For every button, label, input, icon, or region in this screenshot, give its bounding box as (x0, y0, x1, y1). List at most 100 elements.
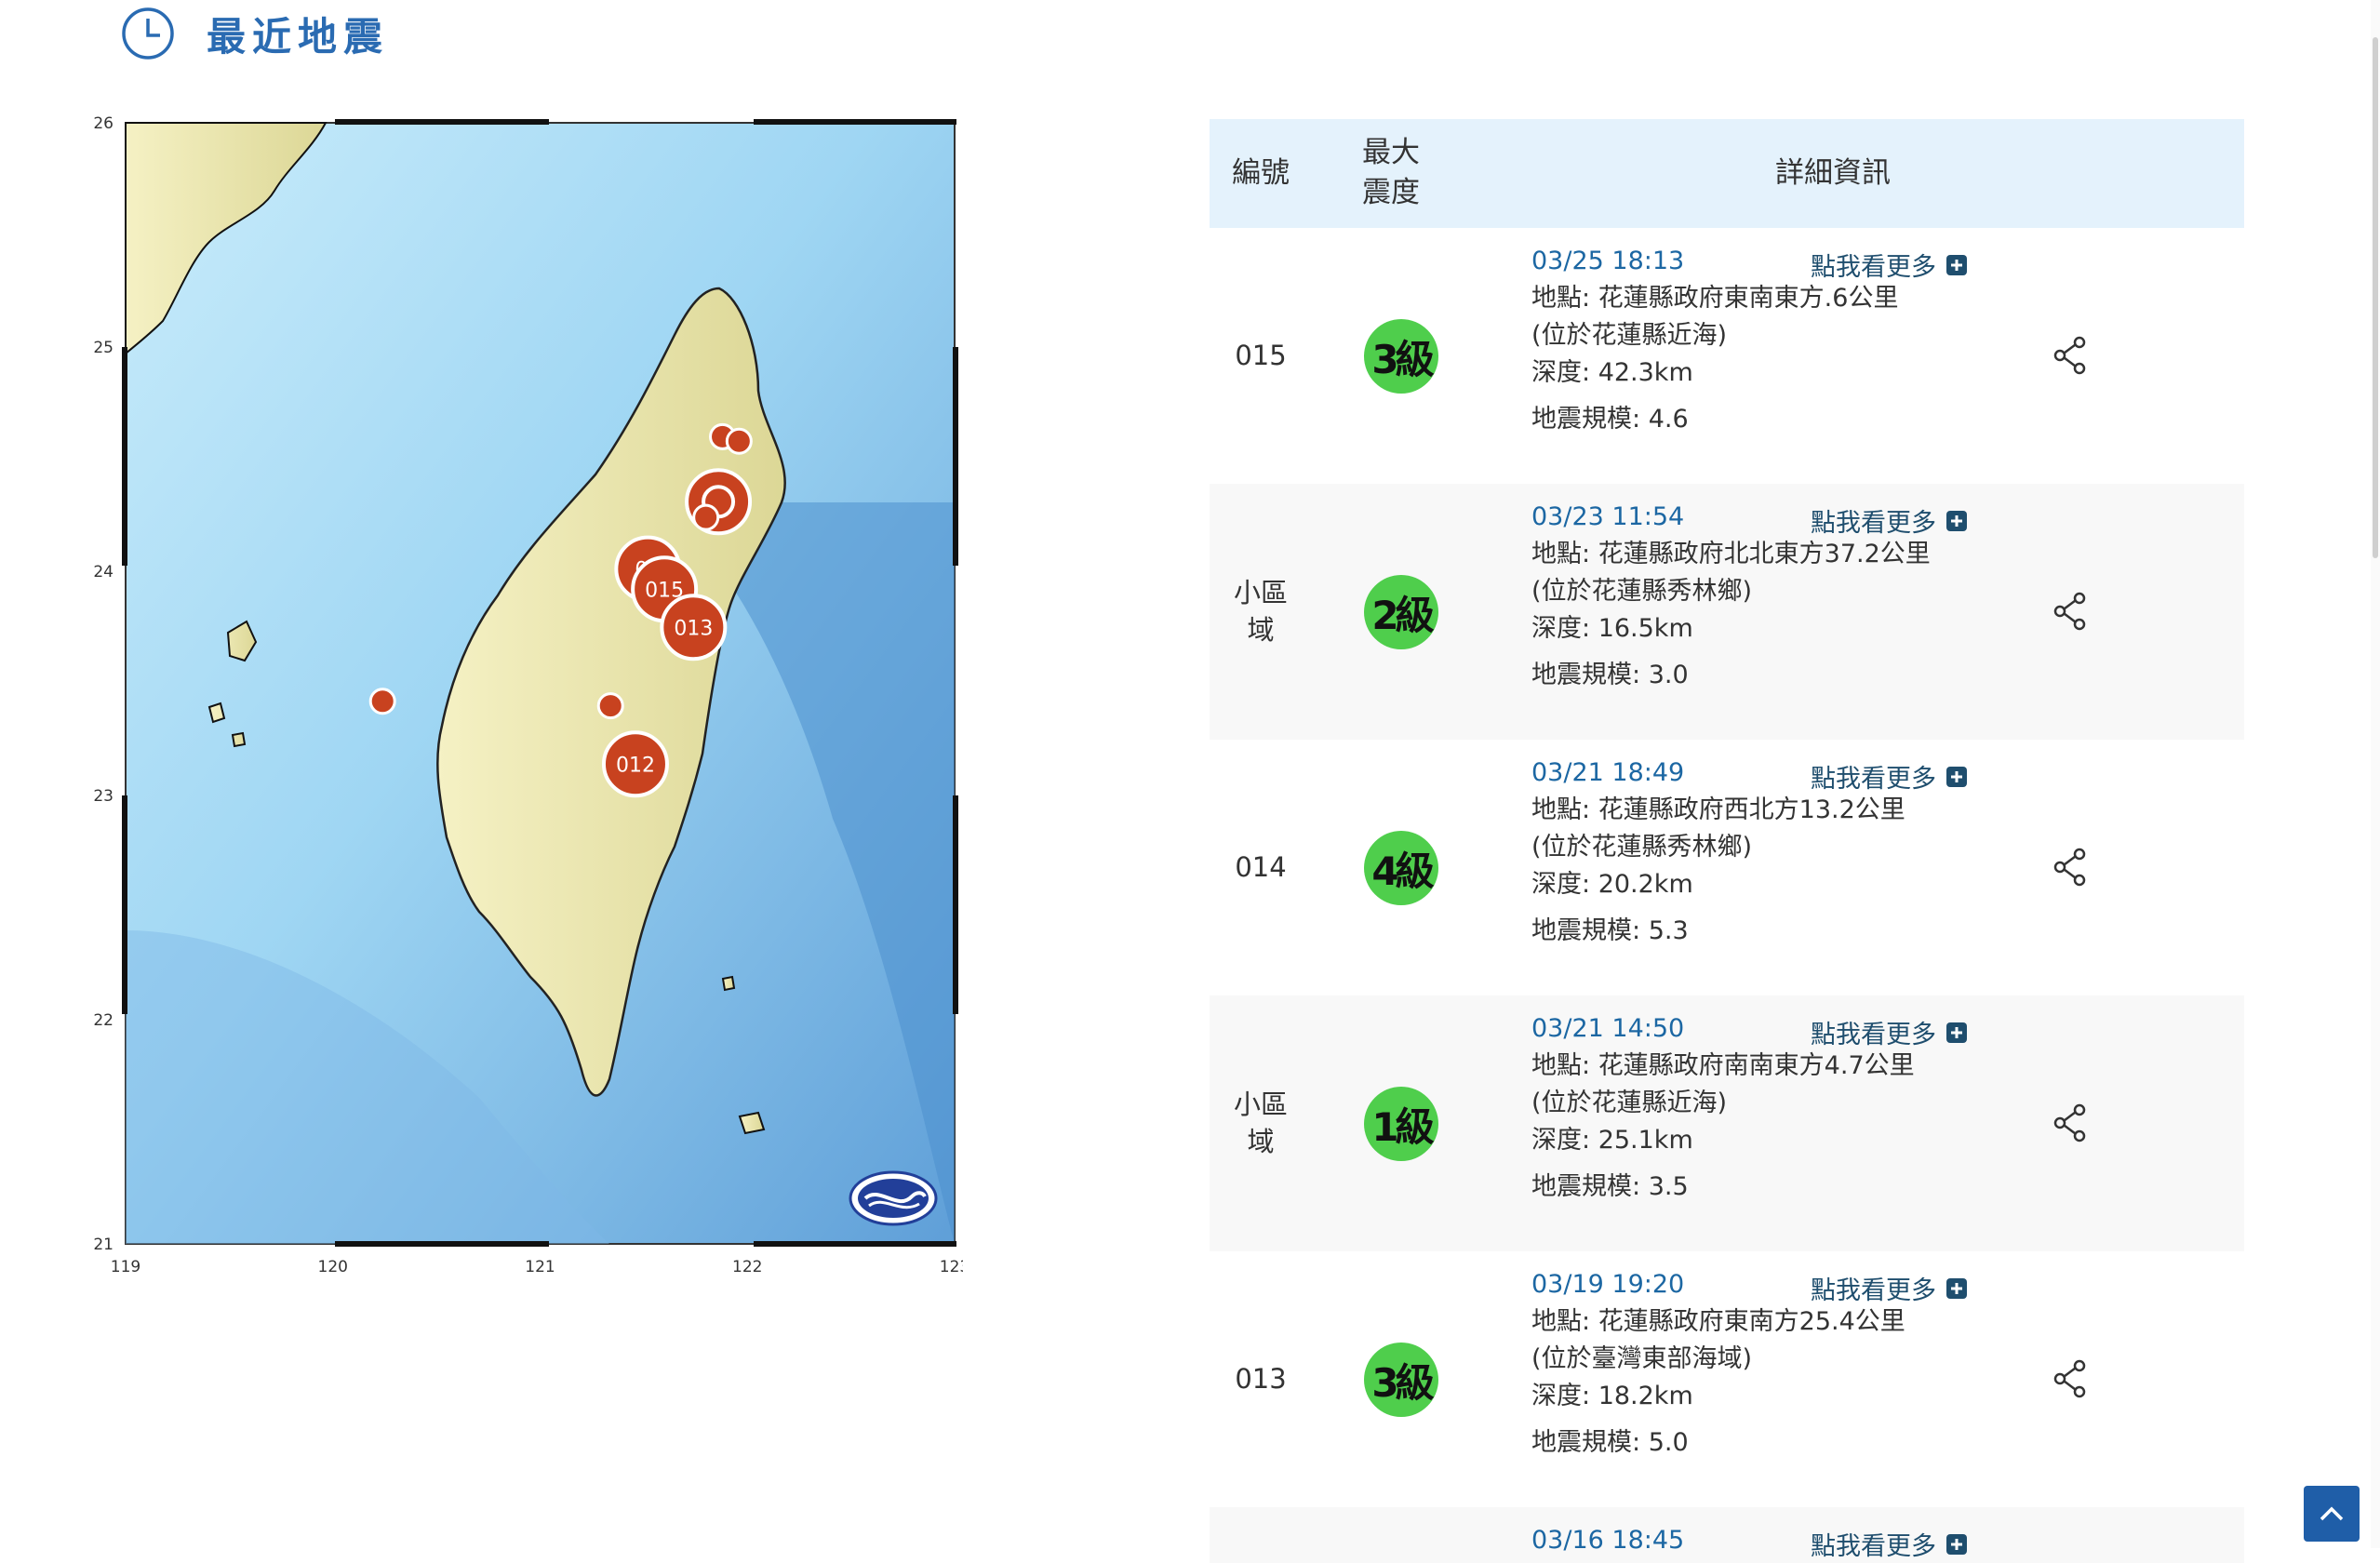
share-icon[interactable] (2052, 1103, 2088, 1142)
magnitude-value: 5.3 (1648, 916, 1689, 945)
earthquake-table: 編號 最大 震度 詳細資訊 015 3級 03/25 18:13 點我看更多 地點: 花… (1210, 119, 2244, 1563)
magnitude-prefix: 地震規模: (1531, 1428, 1649, 1457)
table-row: 小區域 1級 03/21 14:50 點我看更多 地點: 花蓮縣政府南南東方4.7公里 (… (1210, 995, 2244, 1251)
row-number-line1: 014 (1235, 851, 1287, 883)
see-more-link[interactable]: 點我看更多 (1811, 1014, 1968, 1050)
location-value: 花蓮縣政府西北方13.2公里 (1598, 795, 1905, 824)
table-row: 03/16 18:45 點我看更多 (1210, 1507, 2244, 1563)
depth-value: 18.2km (1598, 1382, 1693, 1410)
plus-square-icon (1946, 254, 1967, 275)
plus-square-icon (1946, 1022, 1967, 1043)
location-region: (位於臺灣東部海域) (1531, 1344, 1753, 1373)
lon-label: 119 (111, 1258, 140, 1275)
event-marker-012[interactable]: 012 (601, 730, 669, 798)
plus-square-icon (1946, 1533, 1967, 1555)
row-number: 014 (1210, 848, 1312, 886)
depth-prefix: 深度: (1531, 358, 1598, 387)
event-depth: 深度: 42.3km (1531, 354, 1693, 392)
frame-bar-left (122, 347, 127, 566)
header-detail: 詳細資訊 (1775, 156, 1891, 190)
intensity-badge: 2級 (1364, 575, 1438, 649)
table-header: 編號 最大 震度 詳細資訊 (1210, 119, 2244, 228)
depth-prefix: 深度: (1531, 870, 1598, 899)
row-number: 小區域 (1210, 1086, 1312, 1160)
event-depth: 深度: 20.2km (1531, 866, 1693, 903)
magnitude-prefix: 地震規模: (1531, 661, 1649, 689)
location-prefix: 地點: (1531, 540, 1598, 568)
see-more-link[interactable]: 點我看更多 (1811, 502, 1968, 539)
intensity-badge: 4級 (1364, 831, 1438, 905)
see-more-label: 點我看更多 (1811, 765, 1936, 794)
green-island (721, 975, 736, 992)
lat-label: 25 (93, 339, 114, 357)
event-location: 地點: 花蓮縣政府西北方13.2公里 (位於花蓮縣秀林鄉) (1531, 792, 1905, 866)
see-more-link[interactable]: 點我看更多 (1811, 758, 1968, 795)
location-prefix: 地點: (1531, 284, 1598, 313)
event-time: 03/21 14:50 (1531, 1014, 1685, 1043)
event-time: 03/25 18:13 (1531, 247, 1685, 275)
location-line: 地點: 花蓮縣政府西北方13.2公里 (1531, 792, 1905, 829)
event-depth: 深度: 25.1km (1531, 1122, 1693, 1159)
earthquake-map[interactable]: 262524232221 119120121122123 01015013012 (88, 112, 963, 1275)
lat-label: 26 (93, 114, 114, 133)
header-intensity-line1: 最大 (1362, 136, 1420, 169)
magnitude-prefix: 地震規模: (1531, 405, 1649, 434)
location-value: 花蓮縣政府東南方25.4公里 (1598, 1307, 1905, 1336)
location-value: 花蓮縣政府北北東方37.2公里 (1598, 540, 1931, 568)
see-more-label: 點我看更多 (1811, 1276, 1936, 1305)
see-more-link[interactable]: 點我看更多 (1811, 247, 1968, 283)
see-more-link[interactable]: 點我看更多 (1811, 1270, 1968, 1306)
lon-label: 121 (525, 1258, 555, 1275)
location-line: 地點: 花蓮縣政府南南東方4.7公里 (1531, 1048, 1915, 1085)
row-number-line1: 013 (1235, 1363, 1287, 1395)
depth-value: 25.1km (1598, 1126, 1693, 1155)
share-icon[interactable] (2052, 1359, 2088, 1398)
depth-prefix: 深度: (1531, 614, 1598, 643)
see-more-label: 點我看更多 (1811, 509, 1936, 538)
event-time: 03/19 19:20 (1531, 1270, 1685, 1299)
event-dot[interactable] (368, 688, 396, 715)
depth-value: 20.2km (1598, 870, 1693, 899)
see-more-label: 點我看更多 (1811, 253, 1936, 282)
table-row: 小區域 2級 03/23 11:54 點我看更多 地點: 花蓮縣政府北北東方37.2公里… (1210, 484, 2244, 740)
event-magnitude: 地震規模: 3.0 (1531, 657, 1689, 694)
event-marker-013[interactable]: 013 (660, 594, 728, 661)
row-number-line2: 域 (1247, 614, 1275, 646)
magnitude-prefix: 地震規模: (1531, 1172, 1649, 1201)
frame-bar-top (335, 119, 549, 125)
magnitude-value: 3.5 (1648, 1172, 1689, 1201)
table-row: 014 4級 03/21 18:49 點我看更多 地點: 花蓮縣政府西北方13.2公里 (… (1210, 740, 2244, 995)
lon-label: 122 (732, 1258, 762, 1275)
event-dot[interactable] (725, 427, 753, 455)
location-region: (位於花蓮縣秀林鄉) (1531, 577, 1753, 606)
header-max-intensity: 最大 震度 (1340, 133, 1442, 213)
see-more-label: 點我看更多 (1811, 1021, 1936, 1049)
depth-prefix: 深度: (1531, 1382, 1598, 1410)
lat-label: 21 (93, 1236, 114, 1254)
share-icon[interactable] (2052, 336, 2088, 375)
share-icon[interactable] (2052, 592, 2088, 631)
cwa-logo (849, 1170, 938, 1226)
event-dot[interactable] (692, 503, 720, 531)
page-scrollbar[interactable] (2371, 0, 2380, 1548)
table-row: 013 3級 03/19 19:20 點我看更多 地點: 花蓮縣政府東南方25.4公里 (… (1210, 1251, 2244, 1507)
frame-bar-bottom-2 (754, 1241, 956, 1247)
back-to-top-button[interactable] (2304, 1486, 2360, 1542)
magnitude-value: 4.6 (1648, 405, 1689, 434)
share-icon[interactable] (2052, 848, 2088, 887)
table-body: 015 3級 03/25 18:13 點我看更多 地點: 花蓮縣政府東南東方.6公里 (位… (1210, 228, 2244, 1563)
event-time: 03/16 18:45 (1531, 1526, 1685, 1555)
header-intensity-line2: 震度 (1362, 176, 1420, 209)
event-depth: 深度: 16.5km (1531, 610, 1693, 648)
header-number: 編號 (1232, 156, 1290, 190)
see-more-link[interactable]: 點我看更多 (1811, 1526, 1968, 1562)
row-number-line1: 015 (1235, 340, 1287, 371)
map-canvas[interactable]: 262524232221 119120121122123 01015013012 (88, 112, 963, 1275)
intensity-badge: 3級 (1364, 319, 1438, 394)
row-number-line1: 小區 (1233, 1089, 1288, 1120)
section-title: 最近地震 (207, 13, 390, 60)
scrollbar-thumb[interactable] (2373, 37, 2378, 558)
event-time: 03/21 18:49 (1531, 758, 1685, 787)
location-value: 花蓮縣政府東南東方.6公里 (1598, 284, 1899, 313)
event-dot[interactable] (596, 692, 624, 720)
